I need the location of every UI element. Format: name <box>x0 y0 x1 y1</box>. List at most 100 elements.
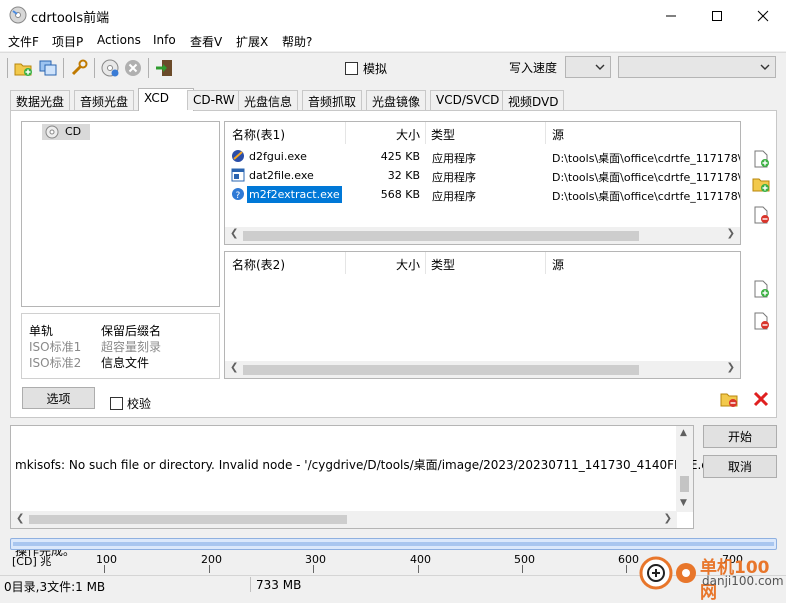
list-item[interactable]: d2fgui.exe 425 KB 应用程序 D:\tools\桌面\offic… <box>225 148 740 167</box>
delete-all-icon[interactable] <box>752 390 770 408</box>
menu-project[interactable]: 项目P <box>52 33 83 50</box>
ruler-label: 200 <box>201 553 222 566</box>
list1-header: 名称(表1) 大小 类型 源 <box>225 122 740 146</box>
scrollbar-thumb[interactable] <box>680 476 689 492</box>
remove-file-icon[interactable] <box>752 206 770 224</box>
minimize-button[interactable] <box>648 0 694 31</box>
scroll-left-icon[interactable]: ❮ <box>16 513 24 524</box>
ruler-label: 100 <box>96 553 117 566</box>
ruler-label: 300 <box>305 553 326 566</box>
option-iso-level2: ISO标准2 <box>29 356 82 370</box>
column-source[interactable]: 源 <box>552 126 564 143</box>
capacity-bar <box>10 538 777 550</box>
chevron-down-icon <box>595 60 605 77</box>
tab-vcd-svcd[interactable]: VCD/SVCD <box>430 90 506 110</box>
scroll-right-icon[interactable]: ❯ <box>727 362 735 373</box>
svg-text:?: ? <box>236 191 241 201</box>
add-file-icon[interactable] <box>752 280 770 298</box>
column-type[interactable]: 类型 <box>431 126 455 143</box>
exe-app-icon <box>231 149 245 166</box>
scroll-down-icon[interactable]: ▼ <box>680 498 687 508</box>
cd-app-icon <box>9 6 27 24</box>
drive-select[interactable] <box>618 56 776 78</box>
menu-actions[interactable]: Actions <box>97 33 141 47</box>
list-item-selected[interactable]: ? m2f2extract.exe 568 KB 应用程序 D:\tools\桌… <box>225 186 740 205</box>
exe-window-icon <box>231 168 245 185</box>
column-name[interactable]: 名称(表2) <box>232 256 285 273</box>
menu-file[interactable]: 文件F <box>8 33 39 50</box>
status-total-size: 733 MB <box>256 578 302 592</box>
chevron-down-icon <box>760 60 770 77</box>
close-window-button[interactable] <box>740 0 786 31</box>
ruler-label: 500 <box>514 553 535 566</box>
scrollbar-thumb[interactable] <box>243 365 639 375</box>
add-folder-icon[interactable] <box>752 175 770 193</box>
file-list-2[interactable]: 名称(表2) 大小 类型 源 ❮ ❯ <box>224 251 741 379</box>
column-size[interactable]: 大小 <box>395 256 420 273</box>
option-overburn: 超容量刻录 <box>101 340 162 354</box>
stop-icon[interactable] <box>123 58 143 78</box>
settings-wrench-icon[interactable] <box>69 58 89 78</box>
menu-extend[interactable]: 扩展X <box>236 33 268 50</box>
horizontal-scrollbar[interactable]: ❮ ❯ <box>225 361 740 378</box>
file-list-1[interactable]: 名称(表1) 大小 类型 源 d2fgui.exe 425 KB 应用程序 D:… <box>224 121 741 245</box>
option-iso-level1: ISO标准1 <box>29 340 82 354</box>
title-bar: cdrtools前端 <box>0 0 786 31</box>
add-folder-icon[interactable] <box>13 58 33 78</box>
tab-xcd[interactable]: XCD <box>138 88 194 111</box>
write-speed-select[interactable] <box>565 56 611 78</box>
ruler-label: 400 <box>410 553 431 566</box>
tab-audio-disc[interactable]: 音频光盘 <box>74 90 135 110</box>
tree-node-cd[interactable]: CD <box>42 124 90 140</box>
list2-header: 名称(表2) 大小 类型 源 <box>225 252 740 276</box>
maximize-button[interactable] <box>694 0 740 31</box>
list-item[interactable]: dat2file.exe 32 KB 应用程序 D:\tools\桌面\offi… <box>225 167 740 186</box>
ruler-unit: [CD] 兆 <box>12 555 52 568</box>
watermark-logo-icon <box>638 555 698 594</box>
tab-video-dvd[interactable]: 视频DVD <box>502 90 565 110</box>
folder-tree[interactable]: CD <box>21 121 220 307</box>
scrollbar-thumb[interactable] <box>29 515 347 524</box>
scroll-left-icon[interactable]: ❮ <box>230 228 238 239</box>
column-size[interactable]: 大小 <box>395 126 420 143</box>
vertical-scrollbar[interactable]: ▲ ▼ <box>676 426 693 512</box>
cd-icon <box>45 125 59 142</box>
burn-disc-icon[interactable] <box>100 58 120 78</box>
tab-data-disc[interactable]: 数据光盘 <box>10 90 71 110</box>
menu-bar: 文件F 项目P Actions Info 查看V 扩展X 帮助? <box>0 31 786 51</box>
scroll-up-icon[interactable]: ▲ <box>680 428 687 438</box>
column-source[interactable]: 源 <box>552 256 564 273</box>
tab-audio-grab[interactable]: 音频抓取 <box>302 90 363 110</box>
tab-cd-rw[interactable]: CD-RW <box>187 90 241 110</box>
menu-help[interactable]: 帮助? <box>282 33 312 50</box>
start-button[interactable]: 开始 <box>703 425 777 448</box>
horizontal-scrollbar[interactable]: ❮ ❯ <box>225 227 740 244</box>
scroll-right-icon[interactable]: ❯ <box>727 228 735 239</box>
help-exe-icon: ? <box>231 187 245 204</box>
scroll-left-icon[interactable]: ❮ <box>230 362 238 373</box>
column-name[interactable]: 名称(表1) <box>232 126 285 143</box>
cancel-button[interactable]: 取消 <box>703 455 777 478</box>
options-button[interactable]: 选项 <box>22 387 95 409</box>
scrollbar-thumb[interactable] <box>243 231 639 241</box>
remove-file-icon[interactable] <box>752 312 770 330</box>
add-file-icon[interactable] <box>752 150 770 168</box>
window-title: cdrtools前端 <box>31 11 110 26</box>
verify-checkbox[interactable] <box>110 397 123 410</box>
simulate-checkbox[interactable] <box>345 62 358 75</box>
menu-info[interactable]: Info <box>153 33 176 47</box>
menu-view[interactable]: 查看V <box>190 33 222 50</box>
tab-disc-image[interactable]: 光盘镜像 <box>366 90 427 110</box>
copy-window-icon[interactable] <box>38 58 58 78</box>
scroll-right-icon[interactable]: ❯ <box>664 513 672 524</box>
watermark-url: danji100.com <box>702 574 784 588</box>
log-output[interactable]: mkisofs: No such file or directory. Inva… <box>10 425 726 558</box>
write-speed-label: 写入速度 <box>509 61 558 75</box>
option-keep-extension: 保留后缀名 <box>101 324 162 338</box>
column-type[interactable]: 类型 <box>431 256 455 273</box>
tab-disc-info[interactable]: 光盘信息 <box>238 90 299 110</box>
exit-icon[interactable] <box>154 58 174 78</box>
status-file-count: 0目录,3文件:1 MB <box>4 580 106 594</box>
remove-folder-icon[interactable] <box>720 390 738 408</box>
horizontal-scrollbar[interactable]: ❮ ❯ <box>11 511 677 528</box>
